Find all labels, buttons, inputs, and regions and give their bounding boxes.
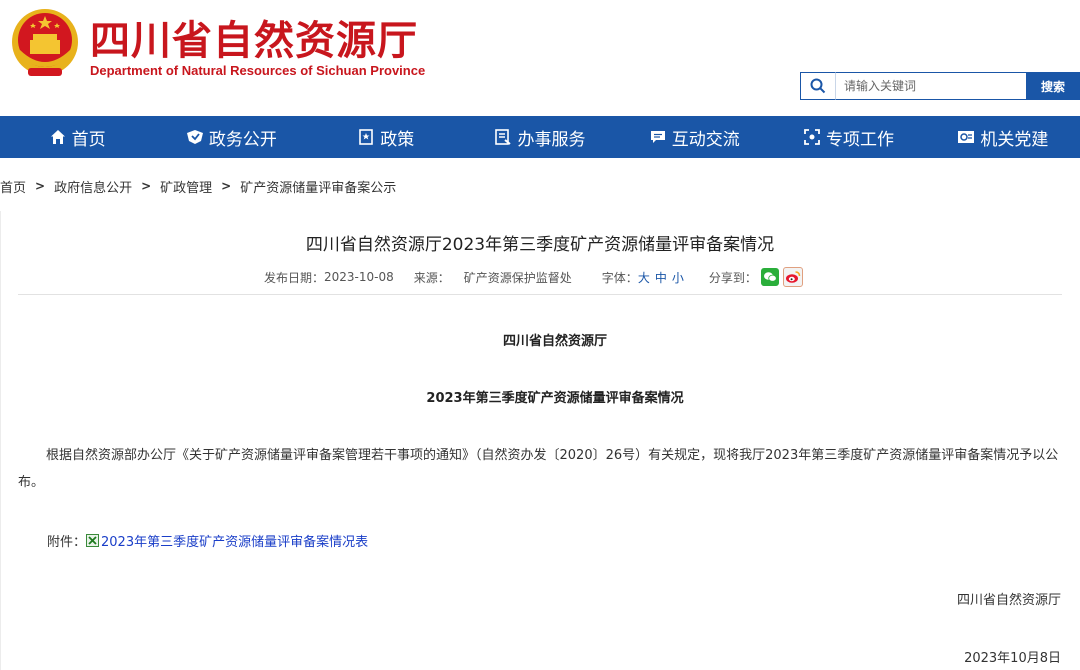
signature-org: 四川省自然资源厅 xyxy=(956,593,1061,608)
publish-date: 2023-10-08 xyxy=(324,270,394,284)
search-input[interactable] xyxy=(835,72,1035,100)
nav-item-party-building[interactable]: 机关党建 xyxy=(926,116,1080,158)
breadcrumb-current[interactable]: 矿产资源储量评审备案公示 xyxy=(240,177,396,196)
search-button[interactable]: 搜索 xyxy=(1026,72,1080,100)
source-label: 来源： xyxy=(413,270,450,285)
nav-item-label: 办事服务 xyxy=(517,129,586,150)
breadcrumb-separator: > xyxy=(141,179,152,193)
nav-item-label: 专项工作 xyxy=(826,129,895,150)
nav-item-label: 互动交流 xyxy=(671,129,740,150)
form-icon xyxy=(494,128,512,146)
nav-item-label: 首页 xyxy=(71,129,106,150)
home-icon xyxy=(49,128,67,146)
breadcrumb-separator: > xyxy=(221,179,232,193)
font-size-large[interactable]: 大 xyxy=(638,269,650,286)
search-bar: 搜索 xyxy=(800,72,1080,100)
article-paragraph: 根据自然资源部办公厅《关于矿产资源储量评审备案管理若干事项的通知》（自然资办发〔… xyxy=(18,448,1059,490)
main-nav: 首页 政务公开 政策 办事服务 互动交流 专项工作 机关党建 xyxy=(0,116,1080,158)
attachment-link[interactable]: 2023年第三季度矿产资源储量评审备案情况表 xyxy=(101,531,368,550)
publish-date-label: 发布日期： xyxy=(264,270,325,285)
focus-icon xyxy=(803,128,821,146)
national-emblem-icon xyxy=(8,6,82,82)
breadcrumb-gov-info[interactable]: 政府信息公开 xyxy=(54,177,132,196)
breadcrumb-separator: > xyxy=(35,179,46,193)
site-title-english: Department of Natural Resources of Sichu… xyxy=(90,63,426,78)
article-meta: 发布日期： 2023-10-08 来源： 矿产资源保护监督处 字体： 大 中 小… xyxy=(264,267,803,287)
font-size-small[interactable]: 小 xyxy=(672,269,684,286)
source-value: 矿产资源保护监督处 xyxy=(463,270,572,285)
body-heading-subject: 2023年第三季度矿产资源储量评审备案情况 xyxy=(426,391,684,406)
breadcrumb-mining-admin[interactable]: 矿政管理 xyxy=(160,177,212,196)
body-heading-org: 四川省自然资源厅 xyxy=(502,334,607,349)
document-icon xyxy=(357,128,375,146)
font-size-medium[interactable]: 中 xyxy=(655,269,667,286)
excel-file-icon xyxy=(86,534,100,547)
attachment-line: 附件： 2023年第三季度矿产资源储量评审备案情况表 xyxy=(47,531,368,550)
signature-date: 2023年10月8日 xyxy=(964,651,1061,666)
nav-item-label: 政策 xyxy=(380,129,415,150)
chat-icon xyxy=(649,128,667,146)
attachment-label: 附件： xyxy=(47,535,87,550)
nav-item-label: 机关党建 xyxy=(980,129,1049,150)
wechat-share-icon[interactable] xyxy=(760,268,779,286)
font-size-label: 字体： xyxy=(601,270,638,285)
breadcrumb-home[interactable]: 首页 xyxy=(0,177,26,196)
party-icon xyxy=(957,128,975,146)
search-icon[interactable] xyxy=(800,72,835,100)
weibo-share-icon[interactable] xyxy=(782,267,803,287)
nav-item-interaction[interactable]: 互动交流 xyxy=(617,116,771,158)
article-title: 四川省自然资源厅2023年第三季度矿产资源储量评审备案情况 xyxy=(305,235,775,255)
meta-divider xyxy=(18,294,1062,295)
nav-item-policy[interactable]: 政策 xyxy=(309,116,463,158)
share-label: 分享到： xyxy=(708,270,757,285)
nav-item-government-affairs[interactable]: 政务公开 xyxy=(154,116,308,158)
site-header: 四川省自然资源厅 Department of Natural Resources… xyxy=(0,0,1080,116)
nav-item-special-work[interactable]: 专项工作 xyxy=(771,116,925,158)
shield-icon xyxy=(186,128,204,146)
breadcrumb: 首页 > 政府信息公开 > 矿政管理 > 矿产资源储量评审备案公示 xyxy=(0,176,396,196)
nav-item-services[interactable]: 办事服务 xyxy=(463,116,617,158)
site-title: 四川省自然资源厅 xyxy=(90,17,418,64)
nav-item-label: 政务公开 xyxy=(208,129,277,150)
nav-item-home[interactable]: 首页 xyxy=(0,116,154,158)
